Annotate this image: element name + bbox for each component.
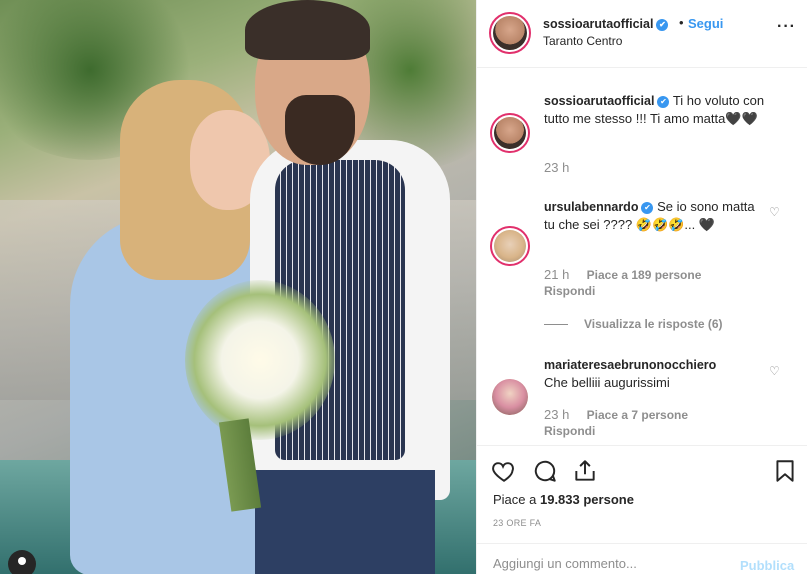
post-comment-button[interactable]: Pubblica [740,558,794,573]
comment-username[interactable]: ursulabennardo [544,200,638,214]
comment-username[interactable]: mariateresaebrunonocchiero [544,358,716,372]
photo-subject [245,0,370,60]
comment-input[interactable] [493,556,723,571]
author-avatar[interactable] [489,12,531,54]
bookmark-icon[interactable] [772,458,798,484]
comment-body: sossioarutaofficial ✔ Ti ho voluto con tu… [544,92,769,128]
comment-meta: 23 h [544,160,569,175]
comment-text: Che belliii augurissimi [544,375,670,390]
verified-badge-icon: ✔ [657,95,670,108]
reply-button[interactable]: Rispondi [544,284,595,298]
photo-subject [285,95,355,165]
avatar[interactable] [490,226,530,266]
comment-meta: 21 h Piace a 189 persone [544,267,701,282]
verified-badge-icon: ✔ [656,18,669,31]
tag-user-icon[interactable] [8,550,36,574]
author-username[interactable]: sossioarutaofficial ✔ [543,17,669,31]
comment-likes[interactable]: Piace a 189 persone [587,268,702,282]
reply-button[interactable]: Rispondi [544,424,595,438]
post-photo[interactable] [0,0,476,574]
separator-dot: • [679,15,684,30]
comment-body: mariateresaebrunonocchiero Che belliii a… [544,356,769,392]
follow-button[interactable]: Segui [688,16,723,31]
post-location[interactable]: Taranto Centro [543,34,622,48]
view-replies-button[interactable]: Visualizza le risposte (6) [544,317,723,331]
like-comment-icon[interactable]: ♡ [769,206,781,218]
comment-username[interactable]: sossioarutaofficial [544,94,654,108]
comment-time[interactable]: 23 h [544,407,569,422]
post-header: sossioarutaofficial ✔ • Segui Taranto Cen… [477,0,807,68]
post-likes[interactable]: Piace a 19.833 persone [493,492,634,507]
comment-likes[interactable]: Piace a 7 persone [587,408,688,422]
comment-body: ursulabennardo ✔ Se io sono matta tu che … [544,198,769,234]
verified-badge-icon: ✔ [641,201,654,214]
photo-subject [255,470,435,574]
photo-bouquet [185,280,335,440]
like-comment-icon[interactable]: ♡ [769,365,781,377]
comments-list[interactable]: sossioarutaofficial ✔ Ti ho voluto con tu… [477,69,807,445]
post-time-ago[interactable]: 23 ORE FA [493,518,541,528]
comment-time[interactable]: 21 h [544,267,569,282]
avatar[interactable] [492,379,528,415]
post-actions: Piace a 19.833 persone 23 ORE FA Pubblic… [477,445,807,574]
share-icon[interactable] [572,458,598,484]
comment-time[interactable]: 23 h [544,160,569,175]
avatar[interactable] [490,113,530,153]
comment-meta: 23 h Piace a 7 persone [544,407,688,422]
add-comment-bar: Pubblica [477,543,807,574]
heart-icon[interactable] [491,458,517,484]
divider [544,324,568,326]
comment-icon[interactable] [532,458,558,484]
more-options-button[interactable]: ··· [777,18,796,36]
post-panel: sossioarutaofficial ✔ • Segui Taranto Cen… [476,0,807,574]
